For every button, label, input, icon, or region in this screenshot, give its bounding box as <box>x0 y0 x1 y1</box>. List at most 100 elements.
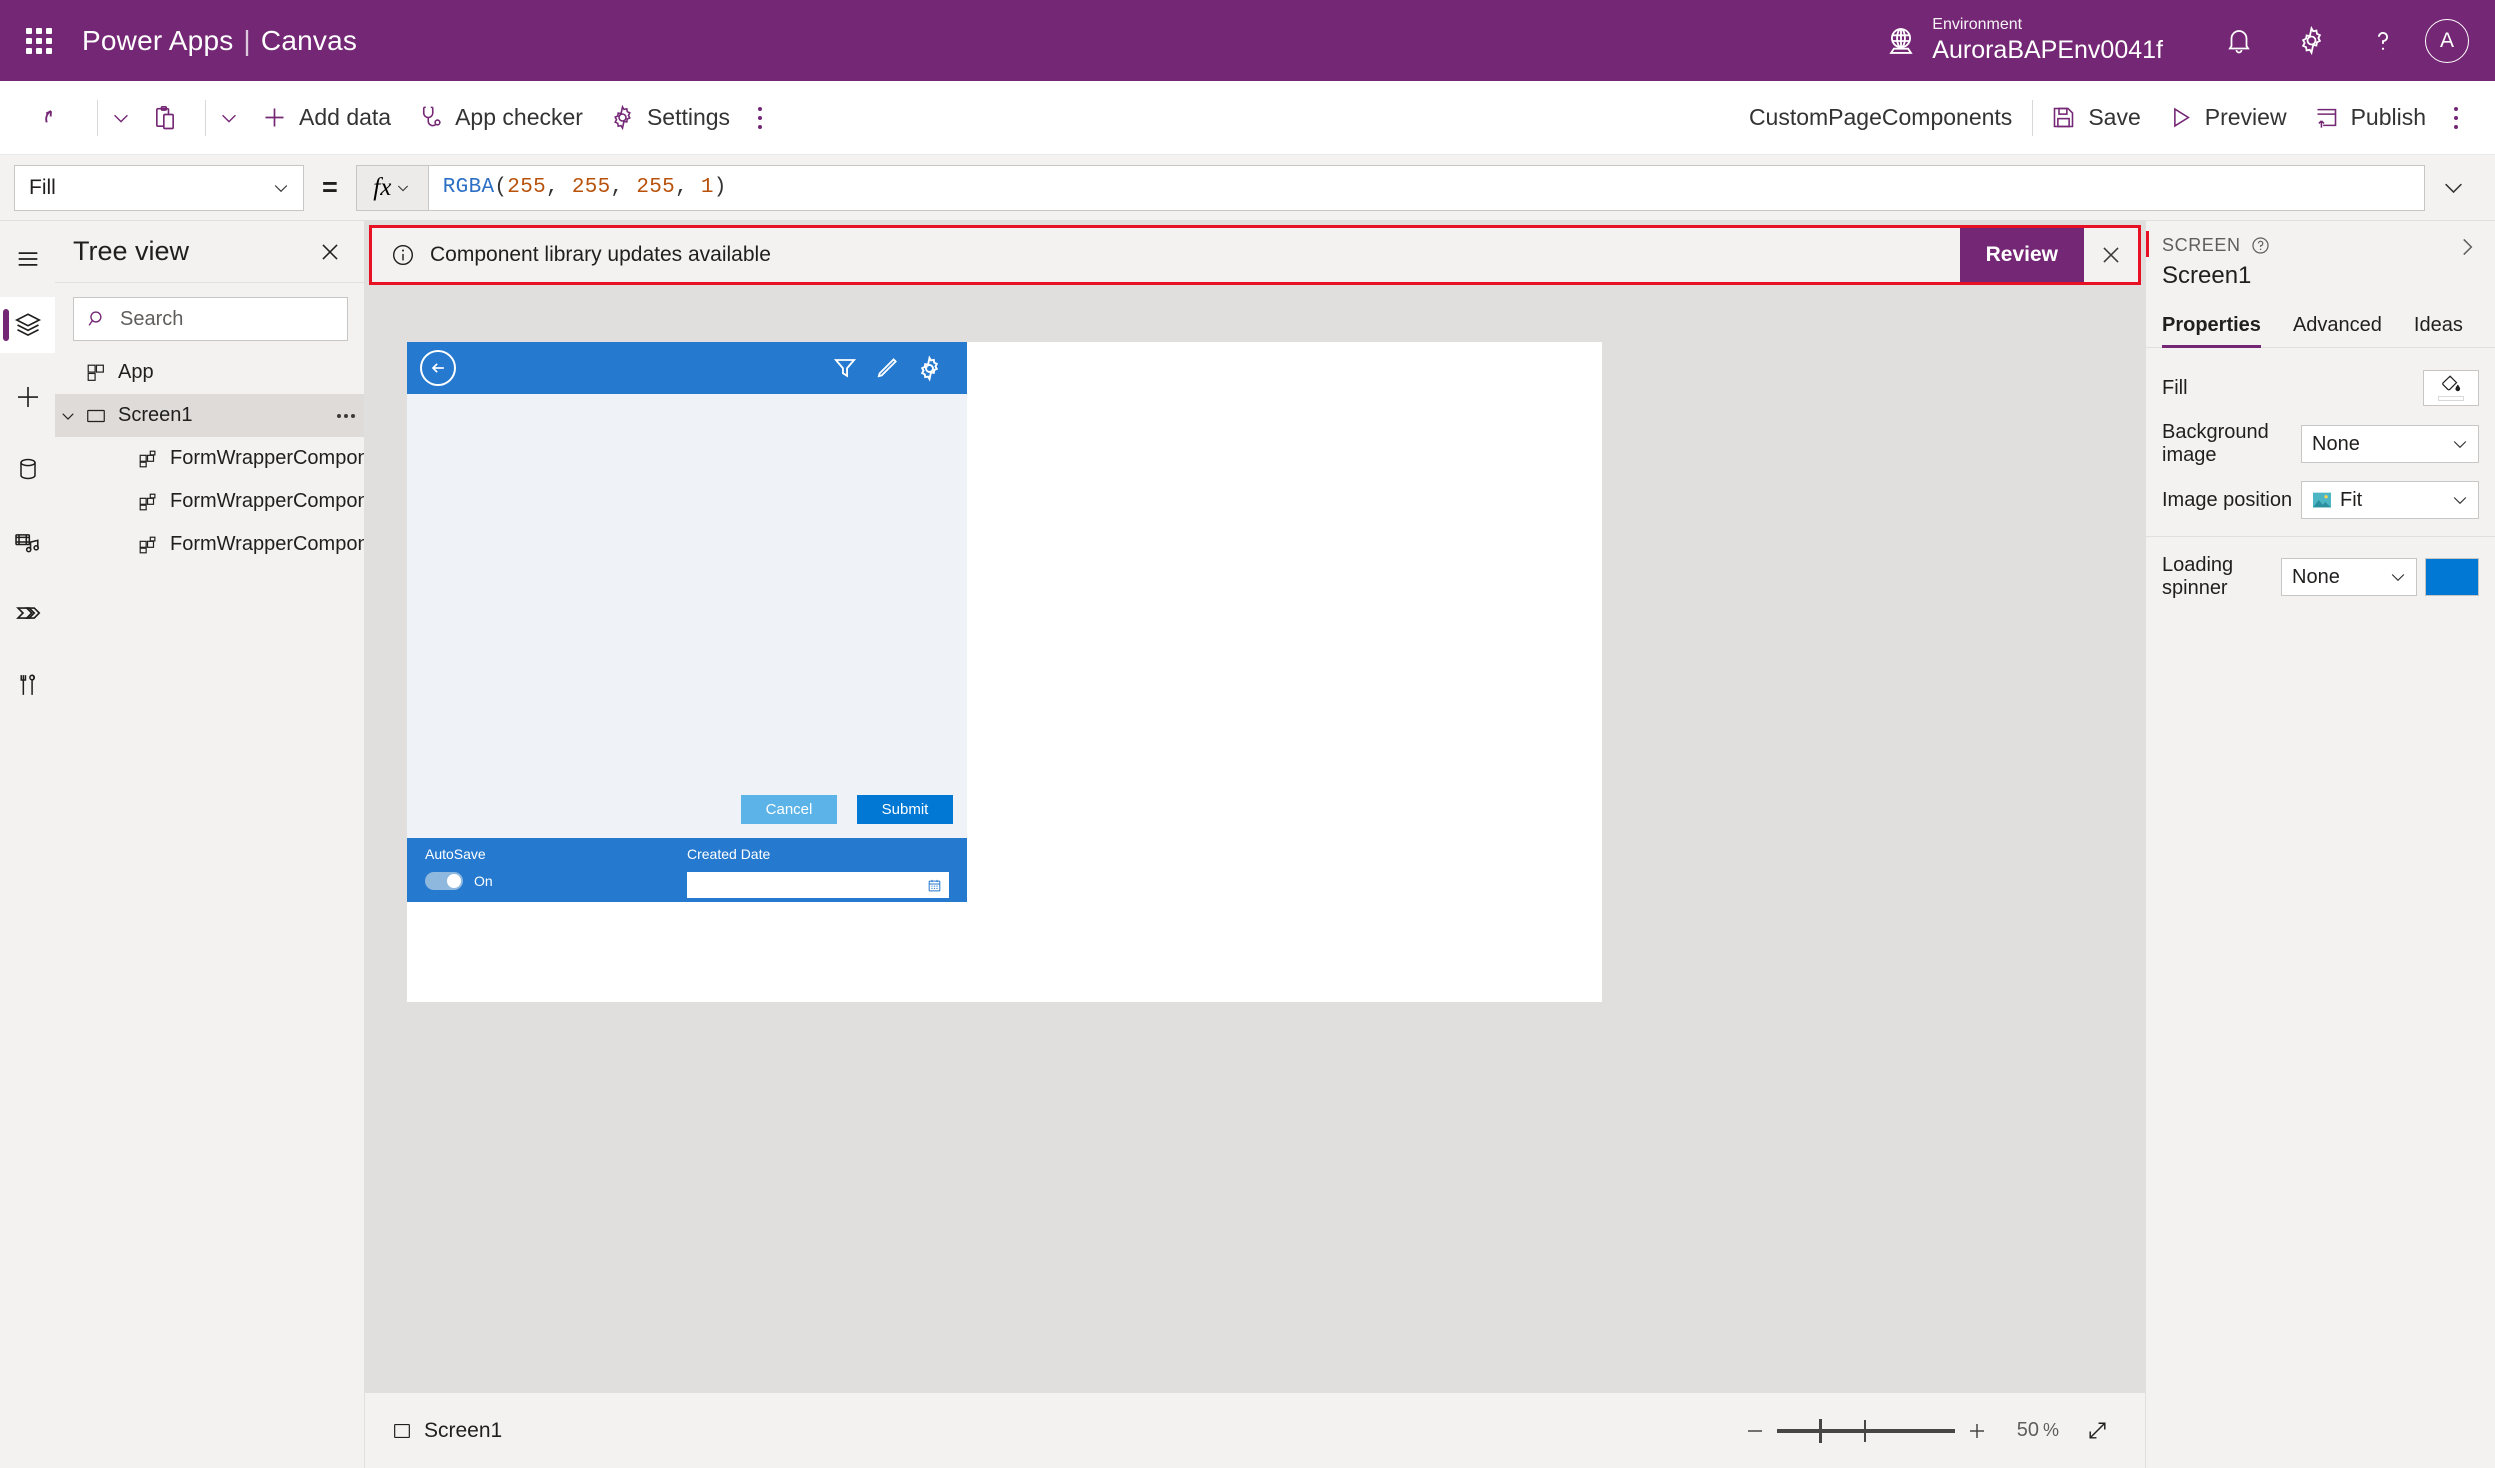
main-region: Tree view Search App Screen1 FormWrapper… <box>0 221 2495 1468</box>
rail-item-insert[interactable] <box>0 369 55 425</box>
rail-item-media[interactable] <box>0 513 55 569</box>
property-row-fill: Fill <box>2162 364 2479 412</box>
gear-icon <box>920 354 938 382</box>
add-data-button[interactable]: Add data <box>248 94 404 142</box>
more-horizontal-icon[interactable] <box>328 413 364 418</box>
tree-view-close-button[interactable] <box>312 234 348 270</box>
app-launcher-icon[interactable] <box>22 24 56 58</box>
edit-button[interactable] <box>866 355 908 381</box>
back-arrow-circle-icon[interactable] <box>420 350 456 386</box>
tree-item-label: Screen1 <box>118 404 193 426</box>
help-circle-icon[interactable] <box>2250 235 2271 256</box>
background-image-dropdown[interactable]: None <box>2301 425 2479 463</box>
rail-item-tree-view[interactable] <box>0 297 55 353</box>
stethoscope-icon <box>417 104 444 131</box>
header-settings-button[interactable] <box>2275 0 2347 81</box>
tree-item-formwrappercomponent-3[interactable]: FormWrapperComponent_3 <box>55 523 364 566</box>
add-data-label: Add data <box>299 104 392 130</box>
publish-button[interactable]: Publish <box>2300 94 2439 142</box>
preview-button[interactable]: Preview <box>2154 94 2300 142</box>
divider <box>97 99 98 136</box>
undo-dropdown-button[interactable] <box>102 94 140 142</box>
zoom-out-button[interactable] <box>1733 1409 1777 1453</box>
tree-item-formwrappercomponent-2[interactable]: FormWrapperComponent_2 <box>55 480 364 523</box>
image-icon <box>2312 491 2332 509</box>
tab-advanced[interactable]: Advanced <box>2293 306 2382 347</box>
settings-button[interactable]: Settings <box>596 94 743 142</box>
gear-icon <box>609 104 636 131</box>
search-icon <box>86 308 108 330</box>
rail-item-power-automate[interactable] <box>0 585 55 641</box>
close-icon <box>2103 247 2119 263</box>
app-page-surface[interactable]: Cancel Submit AutoSave On Created Date <box>407 342 1602 1002</box>
formula-expand-button[interactable] <box>2425 174 2481 201</box>
image-position-value: Fit <box>2340 488 2363 511</box>
formula-input[interactable]: RGBA(255, 255, 255, 1) <box>427 164 2425 211</box>
fit-to-screen-button[interactable] <box>2075 1409 2119 1453</box>
environment-selector[interactable]: Environment AuroraBAPEnv0041f <box>1884 15 2163 66</box>
avatar[interactable]: A <box>2425 18 2469 63</box>
autosave-toggle[interactable] <box>425 872 463 890</box>
chevron-down-icon[interactable] <box>55 407 81 425</box>
tree-item-formwrappercomponent-1[interactable]: FormWrapperComponent_1 <box>55 437 364 480</box>
save-button[interactable]: Save <box>2037 94 2153 142</box>
zoom-slider[interactable] <box>1776 1409 1955 1453</box>
property-select-value: Fill <box>29 175 56 199</box>
chevron-right-icon <box>2463 238 2473 256</box>
zoom-slider-thumb[interactable] <box>1819 1418 1823 1443</box>
undo-button[interactable] <box>30 94 93 142</box>
undo-icon <box>41 103 71 133</box>
autosave-toggle-row: On <box>425 872 687 890</box>
created-date-label: Created Date <box>687 846 771 862</box>
canvas-area[interactable]: Cancel Submit AutoSave On Created Date <box>365 285 2145 1392</box>
properties-collapse-button[interactable] <box>2449 229 2485 265</box>
image-position-dropdown[interactable]: Fit <box>2301 481 2479 519</box>
fill-color-button[interactable] <box>2423 370 2479 406</box>
created-date-input[interactable] <box>687 872 949 898</box>
paste-dropdown-button[interactable] <box>210 94 248 142</box>
help-button[interactable] <box>2347 0 2419 81</box>
command-overflow-button[interactable] <box>743 94 777 142</box>
app-preview-settings-button[interactable] <box>908 354 950 382</box>
app-preview-body: Cancel Submit <box>407 394 967 838</box>
status-screen-indicator[interactable]: Screen1 <box>391 1419 502 1443</box>
app-checker-label: App checker <box>455 104 583 130</box>
rail-item-data[interactable] <box>0 441 55 497</box>
app-header: Power Apps | Canvas Environment AuroraBAPE… <box>0 0 2495 81</box>
banner-close-button[interactable] <box>2084 242 2138 268</box>
brand-title[interactable]: Power Apps | Canvas <box>82 25 357 57</box>
filter-button[interactable] <box>824 355 866 381</box>
autosave-state: On <box>474 873 493 889</box>
loading-spinner-dropdown[interactable]: None <box>2281 558 2417 596</box>
loading-spinner-color-swatch[interactable] <box>2425 558 2479 596</box>
tab-ideas[interactable]: Ideas <box>2414 306 2463 347</box>
rail-item-tools[interactable] <box>0 657 55 713</box>
tree-item-app[interactable]: App <box>55 351 364 394</box>
review-button[interactable]: Review <box>1959 228 2084 282</box>
zoom-value: 50 <box>2016 1419 2039 1441</box>
command-right-overflow-button[interactable] <box>2439 94 2473 142</box>
property-select[interactable]: Fill <box>14 164 304 211</box>
notifications-button[interactable] <box>2203 0 2275 81</box>
submit-button[interactable]: Submit <box>857 795 953 824</box>
app-preview-header <box>407 342 967 394</box>
tree-item-screen1[interactable]: Screen1 <box>55 394 364 437</box>
environment-name: AuroraBAPEnv0041f <box>1932 35 2163 64</box>
tab-properties[interactable]: Properties <box>2162 306 2261 348</box>
property-row-loading-spinner: Loading spinner None <box>2162 553 2479 601</box>
environment-text: Environment AuroraBAPEnv0041f <box>1932 15 2163 66</box>
search-input[interactable]: Search <box>73 297 348 341</box>
fx-button[interactable]: fx <box>355 164 428 211</box>
properties-kicker-label: SCREEN <box>2162 235 2241 255</box>
tree-item-label: FormWrapperComponent_3 <box>170 533 364 555</box>
formula-arg-0: 255 <box>507 176 547 199</box>
zoom-in-button[interactable] <box>1955 1409 1999 1453</box>
chevron-down-icon <box>2453 497 2467 505</box>
paste-button[interactable] <box>140 94 201 142</box>
tree-view-panel: Tree view Search App Screen1 FormWrapper… <box>55 221 365 1468</box>
form-wrapper-component-preview[interactable]: Cancel Submit AutoSave On Created Date <box>407 342 967 902</box>
component-icon <box>133 534 163 556</box>
hamburger-menu-button[interactable] <box>0 231 55 287</box>
app-checker-button[interactable]: App checker <box>404 94 596 142</box>
cancel-button[interactable]: Cancel <box>741 795 837 824</box>
